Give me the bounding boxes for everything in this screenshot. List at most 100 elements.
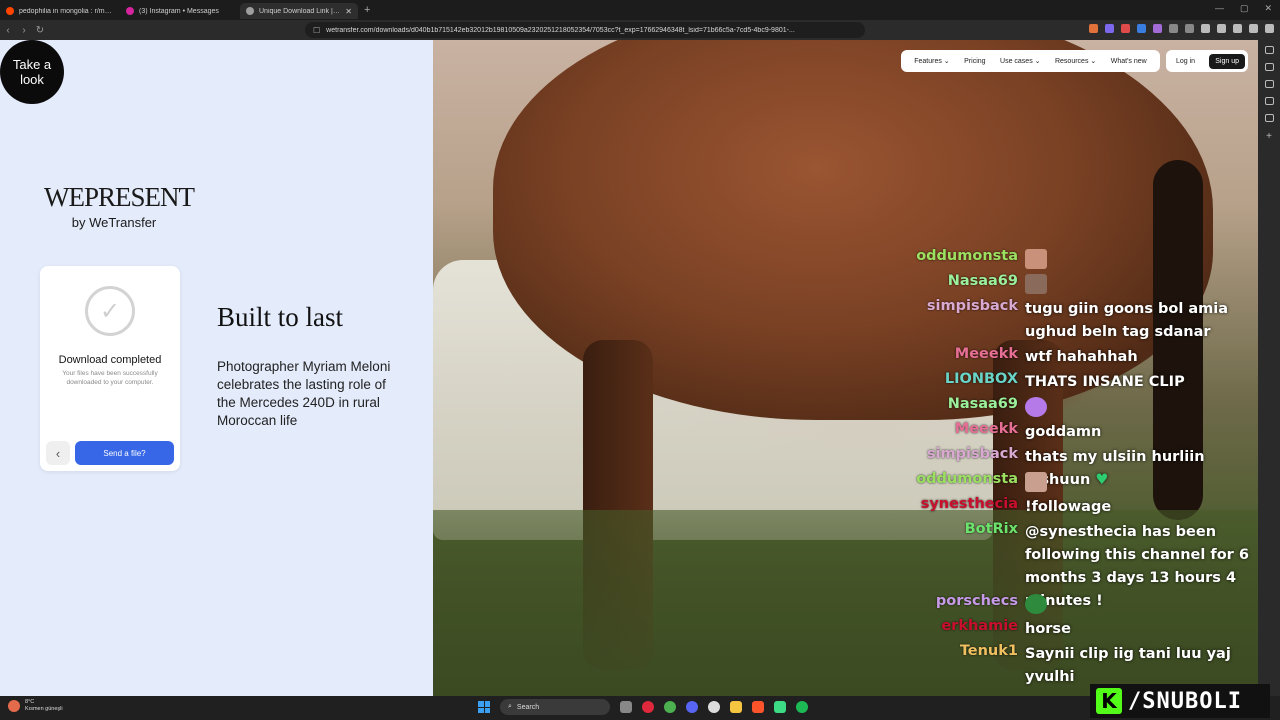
taskbar-apps: ⌕ Search <box>478 699 808 715</box>
window-controls: — ▢ ✕ <box>1215 3 1272 14</box>
chat-text <box>1025 248 1262 271</box>
chat-username: Nasaa69 <box>947 396 1018 412</box>
maximize-icon[interactable]: ▢ <box>1240 3 1249 14</box>
chrome-icon[interactable] <box>664 701 676 713</box>
close-icon[interactable]: ✕ <box>345 7 352 16</box>
steam-icon[interactable] <box>708 701 720 713</box>
chat-username: LIONBOX <box>944 371 1018 387</box>
face-emote-icon <box>1025 472 1047 492</box>
forward-icon[interactable]: › <box>16 25 32 36</box>
taskbar-search[interactable]: ⌕ Search <box>500 699 610 715</box>
take-look-button[interactable]: Take a look <box>0 40 64 104</box>
tab-title: pedophilia in mongolia : r/mongolia <box>19 7 114 15</box>
wetransfer-icon <box>246 7 254 15</box>
back-button[interactable]: ‹ <box>46 441 70 465</box>
sidebar-icon[interactable] <box>1264 80 1274 88</box>
back-icon[interactable]: ‹ <box>0 25 16 36</box>
sidebar-icon[interactable] <box>1233 24 1242 33</box>
search-label: Search <box>516 703 540 711</box>
browser-tab-active[interactable]: Unique Download Link | WeTransfer ✕ <box>240 3 358 19</box>
butterfly-emote-icon <box>1025 397 1047 417</box>
extension-icon[interactable] <box>1105 24 1114 33</box>
nav-features[interactable]: Features ⌄ <box>914 57 949 65</box>
opera-icon[interactable] <box>642 701 654 713</box>
menu-icon[interactable] <box>1265 24 1274 33</box>
extension-icon[interactable] <box>1137 24 1146 33</box>
weather-icon <box>8 700 20 712</box>
chat-text <box>1025 396 1262 419</box>
chat-text: !followage <box>1025 499 1112 515</box>
take-look-label: Take a look <box>12 57 52 87</box>
chat-text: wtf hahahhah <box>1025 349 1138 365</box>
chat-username: porschecs <box>935 593 1018 609</box>
extension-icon[interactable] <box>1121 24 1130 33</box>
download-icon[interactable] <box>1201 24 1210 33</box>
add-icon[interactable]: + <box>1266 131 1272 142</box>
extension-icon[interactable] <box>1185 24 1194 33</box>
download-subtitle: Your files have been successfully downlo… <box>62 370 158 386</box>
weather-widget[interactable]: 8°C Kısmen güneşli <box>8 699 63 713</box>
reload-icon[interactable]: ↻ <box>32 25 48 36</box>
chat-text <box>1025 593 1262 616</box>
browser-tab-strip: pedophilia in mongolia : r/mongolia (3) … <box>0 0 1280 20</box>
download-title: Download completed <box>58 354 162 366</box>
nav-use-cases[interactable]: Use cases ⌄ <box>1000 57 1041 65</box>
nav-whats-new[interactable]: What's new <box>1111 58 1147 65</box>
sidebar-icon[interactable] <box>1264 46 1274 54</box>
browser-tab[interactable]: pedophilia in mongolia : r/mongolia <box>0 3 120 19</box>
chat-username: BotRix <box>964 521 1018 537</box>
sidebar-icon[interactable] <box>1264 97 1274 105</box>
windows-start-icon[interactable] <box>478 701 490 713</box>
chat-username: Meeekk <box>954 346 1018 362</box>
streamer-name: /SNUBOLI <box>1128 688 1242 714</box>
browser-tab[interactable]: (3) Instagram • Messages <box>120 3 240 19</box>
search-icon: ⌕ <box>508 703 512 710</box>
extension-icon[interactable] <box>1089 24 1098 33</box>
instagram-icon <box>126 7 134 15</box>
address-bar[interactable]: ☐ wetransfer.com/downloads/d040b1b715142… <box>305 22 865 38</box>
site-nav: Features ⌄ Pricing Use cases ⌄ Resources… <box>901 50 1160 72</box>
app-icon[interactable] <box>774 701 786 713</box>
sidebar-icon[interactable] <box>1264 63 1274 71</box>
green-face-emote-icon <box>1025 594 1047 614</box>
music-icon[interactable] <box>1217 24 1226 33</box>
brave-icon[interactable] <box>752 701 764 713</box>
nav-resources[interactable]: Resources ⌄ <box>1055 57 1096 65</box>
screen: pedophilia in mongolia : r/mongolia (3) … <box>0 0 1280 720</box>
face-emote-icon <box>1025 249 1047 269</box>
chat-text: Saynii clip iig tani luu yaj yvulhi <box>1025 646 1231 685</box>
browser-toolbar: ‹ › ↻ ☐ wetransfer.com/downloads/d040b1b… <box>0 20 1280 40</box>
article-title[interactable]: Built to last <box>217 302 343 333</box>
send-file-button[interactable]: Send a file? <box>75 441 174 465</box>
signup-button[interactable]: Sign up <box>1209 53 1245 69</box>
discord-icon[interactable] <box>686 701 698 713</box>
chat-username: erkhamie <box>941 618 1018 634</box>
login-button[interactable]: Log in <box>1176 58 1195 65</box>
extension-icon[interactable] <box>1169 24 1178 33</box>
minimize-icon[interactable]: — <box>1215 3 1224 14</box>
folder-icon[interactable] <box>730 701 742 713</box>
nav-pricing[interactable]: Pricing <box>964 58 985 65</box>
chat-text <box>1025 471 1262 494</box>
chat-username: simpisback <box>926 298 1018 314</box>
url-text: wetransfer.com/downloads/d040b1b715142eb… <box>326 26 795 34</box>
close-window-icon[interactable]: ✕ <box>1264 3 1272 14</box>
wallet-icon[interactable] <box>1249 24 1258 33</box>
bookmark-icon[interactable]: ☐ <box>313 26 320 35</box>
face-emote-icon <box>1025 274 1047 294</box>
chevron-left-icon: ‹ <box>55 445 61 461</box>
checkmark-icon: ✓ <box>85 286 135 336</box>
spotify-icon[interactable] <box>796 701 808 713</box>
chat-text <box>1025 273 1262 296</box>
chat-username: oddumonsta <box>916 471 1018 487</box>
auth-box: Log in Sign up <box>1166 50 1248 72</box>
chat-username: Tenuk1 <box>959 643 1018 659</box>
tab-title: (3) Instagram • Messages <box>139 7 219 15</box>
sidebar-icon[interactable] <box>1264 114 1274 122</box>
chat-username: oddumonsta <box>916 248 1018 264</box>
task-view-icon[interactable] <box>620 701 632 713</box>
new-tab-icon[interactable]: + <box>364 4 370 16</box>
chat-text: tugu giin goons bol amia ughud beln tag … <box>1025 301 1229 340</box>
wepresent-branding[interactable]: WEPRESENT by WeTransfer <box>44 182 195 230</box>
extension-icon[interactable] <box>1153 24 1162 33</box>
